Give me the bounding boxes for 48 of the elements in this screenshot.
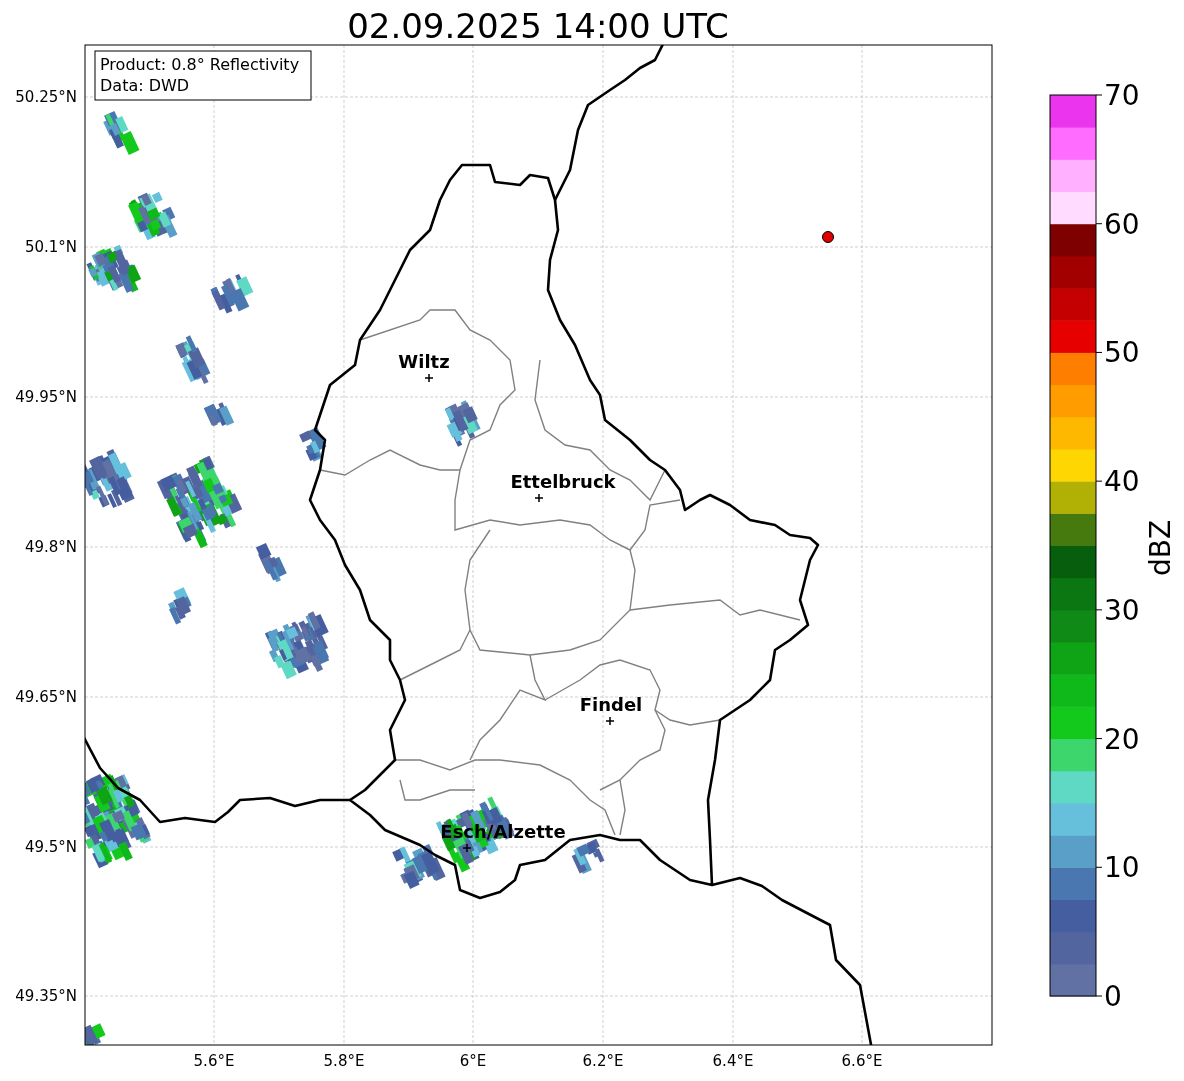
city-marker-icon <box>605 716 615 726</box>
x-tick-label: 5.6°E <box>193 1052 235 1070</box>
y-tick-label: 50.25°N <box>15 88 77 106</box>
rain-echo-drawing <box>571 838 605 875</box>
rain-echo-drawing <box>299 427 327 462</box>
city-label: Wiltz <box>398 351 450 372</box>
rain-echo-drawing <box>86 244 142 293</box>
rain-echo-drawing <box>210 273 254 314</box>
y-tick-label: 49.35°N <box>15 987 77 1005</box>
colorbar-label: dBZ <box>1144 519 1177 577</box>
rain-echo-drawing <box>203 402 235 427</box>
city-marker-icon <box>534 493 544 503</box>
info-text: Data: DWD <box>100 76 190 95</box>
colorbar-tick-label: 20 <box>1104 722 1140 756</box>
colorbar-tick-label: 40 <box>1104 465 1140 499</box>
colorbar-tick-label: 70 <box>1104 79 1140 112</box>
x-tick-label: 6.6°E <box>841 1052 883 1070</box>
colorbar-tick-label: 10 <box>1104 851 1140 885</box>
x-tick-label: 6.4°E <box>712 1052 754 1070</box>
chart-title: 02.09.2025 14:00 UTC <box>347 6 729 46</box>
rain-echo-drawing <box>444 400 481 447</box>
rain-echo-drawing <box>175 335 211 385</box>
y-tick-label: 49.95°N <box>15 388 77 406</box>
colorbar-tick-label: 60 <box>1104 207 1140 241</box>
y-tick-label: 49.5°N <box>24 838 77 856</box>
rain-echo-drawing <box>264 611 330 680</box>
city-label: Findel <box>579 694 643 715</box>
city-label: Esch/Alzette <box>440 821 566 842</box>
radar-site-marker <box>822 231 834 243</box>
x-tick-label: 6°E <box>459 1052 487 1070</box>
rain-echo-drawing <box>255 542 287 583</box>
colorbar-tick-label: 0 <box>1104 980 1122 1013</box>
rain-echo-drawing <box>85 1023 106 1045</box>
city-marker-icon <box>424 373 434 383</box>
rain-echo-drawing <box>128 191 178 241</box>
rain-echo-drawing <box>103 111 140 155</box>
x-tick-label: 6.2°E <box>582 1052 624 1070</box>
x-tick-label: 5.8°E <box>323 1052 365 1070</box>
city-marker-icon <box>462 843 472 853</box>
y-tick-label: 49.8°N <box>24 538 77 556</box>
rain-echo-drawing <box>168 587 192 625</box>
colorbar-tick-label: 50 <box>1104 336 1140 370</box>
colorbar-tick-label: 30 <box>1104 593 1140 627</box>
city-label: Ettelbruck <box>510 471 616 492</box>
y-tick-label: 50.1°N <box>24 238 77 256</box>
rain-echo-drawing <box>85 449 135 509</box>
info-text: Product: 0.8° Reflectivity <box>100 55 300 74</box>
y-tick-label: 49.65°N <box>15 688 77 706</box>
